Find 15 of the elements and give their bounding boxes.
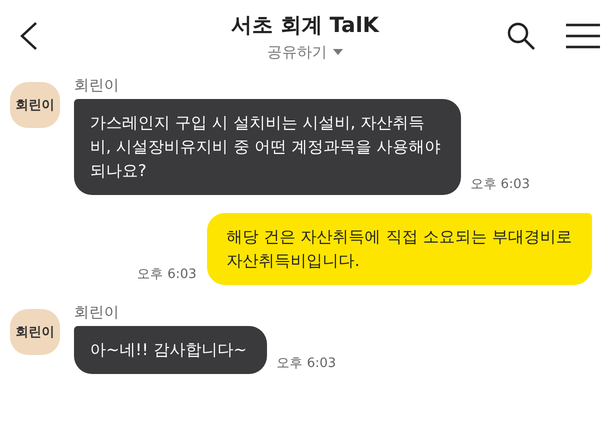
chat-title: 서초 회계 TalK xyxy=(231,12,379,38)
avatar[interactable]: 회린이 xyxy=(10,82,60,128)
menu-icon[interactable] xyxy=(566,23,600,49)
message-time: 오후 6:03 xyxy=(276,355,336,372)
search-icon[interactable] xyxy=(506,21,536,51)
caret-icon[interactable] xyxy=(333,49,343,55)
share-dropdown[interactable]: 공유하기 xyxy=(267,42,327,62)
message-bubble: 아~네!! 감사합니다~ xyxy=(74,326,267,374)
message-time: 오후 6:03 xyxy=(137,266,197,283)
message-bubble: 해당 건은 자산취득에 직접 소요되는 부대경비로 자산취득비입니다. xyxy=(206,213,592,285)
avatar[interactable]: 회린이 xyxy=(10,309,60,355)
sender-name: 회린이 xyxy=(74,303,119,322)
message-bubble: 가스레인지 구입 시 설치비는 시설비, 자산취득 비, 시설장비유지비 중 어떤 계정과목을 사용해야 되나요? xyxy=(74,99,461,195)
message-time: 오후 6:03 xyxy=(470,176,530,193)
sender-name: 회린이 xyxy=(74,76,119,95)
